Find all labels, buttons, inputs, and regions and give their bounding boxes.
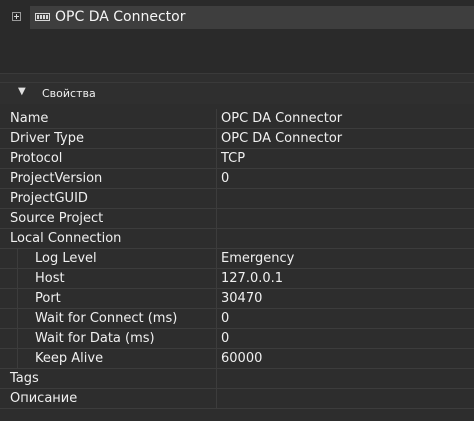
property-value[interactable]: 0 — [221, 311, 229, 326]
property-name: Keep Alive — [35, 351, 104, 366]
property-name: ProjectVersion — [10, 171, 103, 186]
property-name-cell: ProjectVersion — [0, 169, 217, 188]
tree-node-opc-da-connector[interactable]: OPC DA Connector — [0, 6, 474, 29]
connector-icon — [35, 13, 50, 21]
property-name-cell: Log Level — [0, 249, 217, 269]
expand-plus-icon[interactable] — [12, 12, 21, 21]
property-name-cell: Driver Type — [0, 129, 217, 148]
category-header-properties[interactable]: ▼ Свойства — [0, 83, 474, 104]
property-row[interactable]: Name OPC DA Connector — [0, 109, 474, 129]
property-row[interactable]: Tags — [0, 369, 474, 389]
property-name-cell: Keep Alive — [0, 349, 217, 369]
property-name: Protocol — [10, 151, 63, 166]
property-name: Log Level — [35, 251, 97, 266]
property-name-cell: Описание — [0, 389, 217, 408]
property-row[interactable]: Описание — [0, 389, 474, 409]
tree-node-label: OPC DA Connector — [55, 9, 186, 25]
property-name-cell: Name — [0, 109, 217, 128]
property-row[interactable]: Driver Type OPC DA Connector — [0, 129, 474, 149]
property-value[interactable]: OPC DA Connector — [221, 131, 342, 146]
property-name: Source Project — [10, 211, 104, 226]
property-name-cell: Wait for Connect (ms) — [0, 309, 217, 329]
property-name-cell: Port — [0, 289, 217, 309]
category-label: Свойства — [42, 87, 96, 100]
property-name-cell: Tags — [0, 369, 217, 388]
property-row[interactable]: Local Connection — [0, 229, 474, 249]
property-name: Local Connection — [10, 231, 122, 246]
property-row[interactable]: Source Project — [0, 209, 474, 229]
property-value[interactable]: 0 — [221, 331, 229, 346]
property-value[interactable]: 30470 — [221, 291, 262, 306]
property-name: Driver Type — [10, 131, 84, 146]
property-name: Wait for Connect (ms) — [35, 311, 178, 326]
property-name: ProjectGUID — [10, 191, 88, 206]
property-name-cell: Host — [0, 269, 217, 289]
property-name: Wait for Data (ms) — [35, 331, 155, 346]
property-name-cell: Wait for Data (ms) — [0, 329, 217, 349]
property-name: Описание — [10, 391, 78, 406]
property-name: Tags — [10, 371, 39, 386]
property-row[interactable]: Protocol TCP — [0, 149, 474, 169]
property-name-cell: Source Project — [0, 209, 217, 228]
property-row[interactable]: ProjectVersion 0 — [0, 169, 474, 189]
property-value[interactable]: Emergency — [221, 251, 294, 266]
property-name: Name — [10, 111, 49, 126]
property-row[interactable]: Host 127.0.0.1 — [0, 269, 474, 289]
property-value[interactable]: TCP — [221, 151, 245, 166]
property-row[interactable]: Wait for Connect (ms) 0 — [0, 309, 474, 329]
property-value[interactable]: OPC DA Connector — [221, 111, 342, 126]
property-value[interactable]: 60000 — [221, 351, 262, 366]
chevron-down-icon[interactable]: ▼ — [18, 86, 26, 97]
property-row[interactable]: ProjectGUID — [0, 189, 474, 209]
property-name-cell: Local Connection — [0, 229, 217, 248]
property-row[interactable]: Keep Alive 60000 — [0, 349, 474, 369]
property-rows: Name OPC DA Connector Driver Type OPC DA Co… — [0, 109, 474, 409]
property-name-cell: Protocol — [0, 149, 217, 168]
property-name: Host — [35, 271, 65, 286]
property-row[interactable]: Wait for Data (ms) 0 — [0, 329, 474, 349]
property-value[interactable]: 0 — [221, 171, 229, 186]
property-grid: ▼ Свойства Name OPC DA Connector Driver Ty… — [0, 83, 474, 421]
panel-splitter[interactable] — [0, 73, 474, 83]
property-name-cell: ProjectGUID — [0, 189, 217, 208]
property-value[interactable]: 127.0.0.1 — [221, 271, 283, 286]
tree-panel: OPC DA Connector — [0, 0, 474, 73]
property-name: Port — [35, 291, 61, 306]
property-row[interactable]: Port 30470 — [0, 289, 474, 309]
property-row[interactable]: Log Level Emergency — [0, 249, 474, 269]
